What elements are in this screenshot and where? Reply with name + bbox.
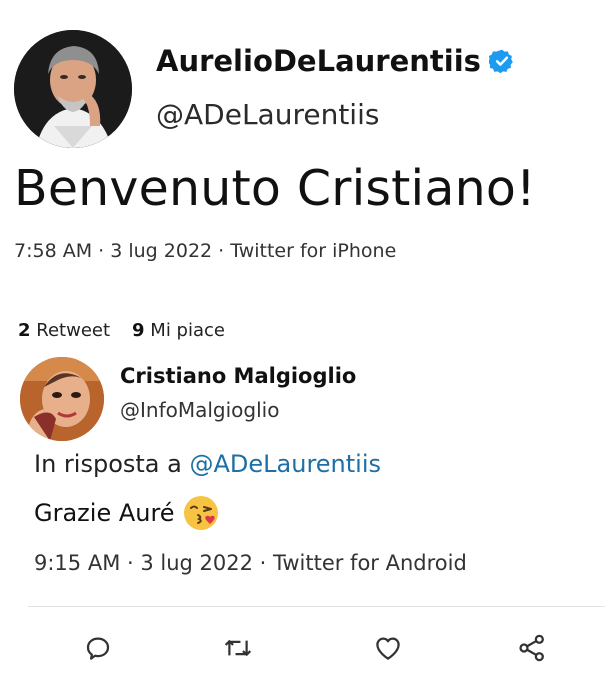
likes-label: Mi piace <box>150 320 225 341</box>
share-button[interactable] <box>512 628 552 668</box>
reply-author-avatar[interactable] <box>20 357 104 441</box>
tweet-stats: 2 Retweet 9 Mi piace <box>18 320 225 341</box>
author-name-row[interactable]: AurelioDeLaurentiis <box>156 44 515 78</box>
likes-stat[interactable]: 9 Mi piace <box>132 320 225 341</box>
retweets-count: 2 <box>18 320 31 341</box>
retweets-label: Retweet <box>36 320 111 341</box>
kiss-emoji-icon <box>183 495 219 531</box>
like-icon <box>376 637 400 660</box>
retweet-button[interactable] <box>218 628 258 668</box>
author-avatar[interactable] <box>14 30 132 148</box>
retweets-stat[interactable]: 2 Retweet <box>18 320 110 341</box>
in-reply-to: In risposta a @ADeLaurentiis <box>34 450 381 478</box>
reply-avatar-image <box>20 357 104 441</box>
author-name[interactable]: AurelioDeLaurentiis <box>156 44 481 78</box>
reply-author-handle[interactable]: @InfoMalgioglio <box>120 398 279 422</box>
verified-badge-icon <box>488 48 515 74</box>
reply-icon <box>86 637 110 660</box>
share-icon <box>519 634 544 662</box>
in-reply-to-mention[interactable]: @ADeLaurentiis <box>189 450 381 478</box>
tweet-timestamp[interactable]: 7:58 AM · 3 lug 2022 · Twitter for iPhon… <box>14 240 396 262</box>
likes-count: 9 <box>132 320 145 341</box>
author-avatar-image <box>14 30 132 148</box>
like-button[interactable] <box>368 628 408 668</box>
reply-text: Grazie Auré <box>34 499 175 527</box>
retweet-icon <box>224 640 252 656</box>
action-bar <box>0 628 605 668</box>
reply-author-name[interactable]: Cristiano Malgioglio <box>120 364 356 388</box>
tweet-text: Benvenuto Cristiano! <box>14 160 536 217</box>
in-reply-to-label: In risposta a <box>34 450 182 478</box>
reply-button[interactable] <box>78 628 118 668</box>
reply-text-row: Grazie Auré <box>34 495 219 531</box>
reply-timestamp[interactable]: 9:15 AM · 3 lug 2022 · Twitter for Andro… <box>34 551 467 575</box>
author-handle[interactable]: @ADeLaurentiis <box>156 98 379 131</box>
divider <box>28 606 605 607</box>
